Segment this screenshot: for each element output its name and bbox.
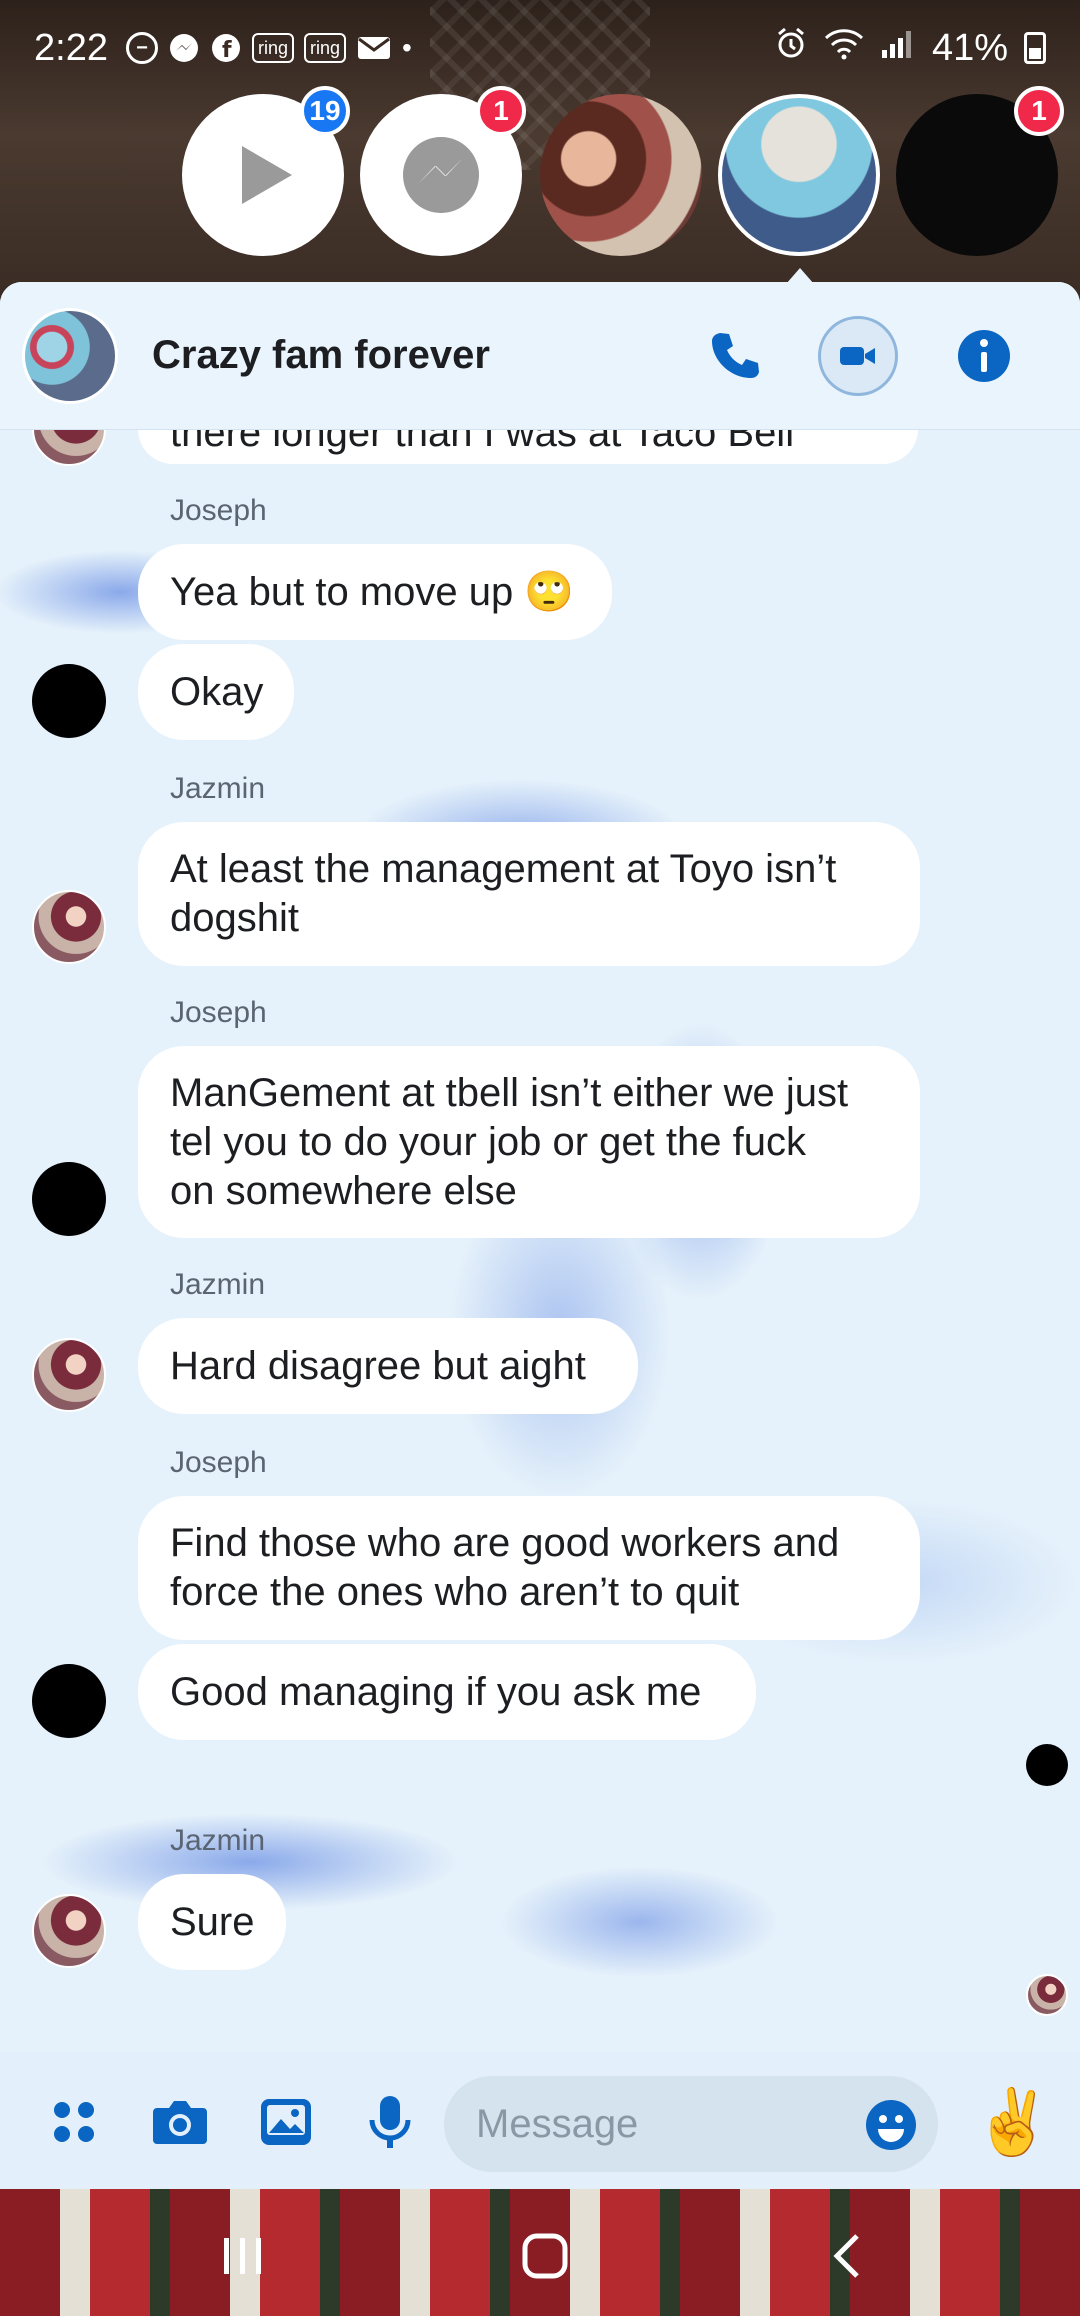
- facebook-icon: f: [210, 32, 242, 64]
- phone-call-icon[interactable]: [694, 316, 774, 396]
- ring-icon-2: ring: [303, 33, 346, 63]
- sender-name: Jazmin: [170, 1268, 266, 1301]
- conversation-header: Crazy fam forever: [0, 282, 1080, 430]
- avatar: [32, 1664, 106, 1738]
- mail-icon: [356, 34, 392, 62]
- wifi-icon: [824, 26, 864, 70]
- back-icon[interactable]: [812, 2221, 882, 2291]
- avatar: [32, 1894, 106, 1968]
- message-bubble[interactable]: ManGement at tbell isn’t either we just …: [138, 1046, 920, 1238]
- battery-icon: [1024, 32, 1046, 64]
- sender-name: Joseph: [170, 494, 267, 527]
- status-time: 2:22: [34, 26, 108, 69]
- avatar: [32, 1162, 106, 1236]
- read-receipt-avatar: [1026, 1974, 1068, 2016]
- sender-name: Jazmin: [170, 772, 266, 805]
- apps-icon[interactable]: [42, 2090, 106, 2154]
- info-icon[interactable]: [944, 316, 1024, 396]
- chat-panel: there longer than I was at Taco Bell Cra…: [0, 282, 1080, 2189]
- message-bubble[interactable]: Okay: [138, 644, 294, 740]
- sender-name: Joseph: [170, 996, 267, 1029]
- avatar: [718, 94, 880, 256]
- microphone-icon[interactable]: [358, 2090, 422, 2154]
- status-bar: 2:22 − f ring ring • 41%: [0, 0, 1080, 96]
- message-input[interactable]: Message: [444, 2076, 938, 2172]
- message-bubble[interactable]: Sure: [138, 1874, 286, 1970]
- quick-reaction-icon[interactable]: ✌️: [973, 2082, 1053, 2162]
- read-receipt-avatar: [1026, 1744, 1068, 1786]
- chat-head-badge: 1: [1014, 86, 1064, 136]
- alarm-icon: [774, 26, 808, 70]
- video-call-icon[interactable]: [818, 316, 898, 396]
- sender-name: Jazmin: [170, 1824, 266, 1857]
- signal-icon: [880, 27, 916, 70]
- camera-icon[interactable]: [148, 2090, 212, 2154]
- message-placeholder: Message: [476, 2101, 639, 2146]
- chat-head-badge: 1: [476, 86, 526, 136]
- message-bubble[interactable]: Yea but to move up 🙄: [138, 544, 612, 640]
- system-nav-bar: [0, 2189, 1080, 2316]
- dnd-icon: −: [125, 32, 158, 64]
- chat-head-video-app[interactable]: 19: [182, 86, 350, 256]
- chat-head-messenger[interactable]: 1: [360, 86, 526, 256]
- avatar: [32, 1338, 106, 1412]
- chat-head-badge: 19: [300, 86, 350, 136]
- emoji-icon[interactable]: [864, 2098, 918, 2162]
- battery-percent: 41%: [931, 26, 1008, 69]
- message-bubble[interactable]: At least the management at Toyo isn’t do…: [138, 822, 920, 966]
- sender-name: Joseph: [170, 1446, 267, 1479]
- message-bubble[interactable]: Find those who are good workers and forc…: [138, 1496, 920, 1640]
- chat-head-person[interactable]: [540, 94, 702, 256]
- avatar: [32, 890, 106, 964]
- chat-head-dark[interactable]: 1: [896, 86, 1064, 256]
- conversation-title[interactable]: Crazy fam forever: [152, 333, 490, 378]
- composer-bar: Message ✌️: [0, 2052, 1080, 2189]
- ring-icon: ring: [251, 33, 294, 63]
- message-bubble[interactable]: Hard disagree but aight: [138, 1318, 638, 1414]
- messenger-icon: [168, 32, 200, 64]
- avatar: [540, 94, 702, 256]
- recent-apps-icon[interactable]: [208, 2221, 278, 2291]
- home-icon[interactable]: [510, 2221, 580, 2291]
- gallery-icon[interactable]: [254, 2090, 318, 2154]
- message-bubble[interactable]: Good managing if you ask me: [138, 1644, 756, 1740]
- dot-icon: •: [402, 32, 412, 63]
- svg-text:f: f: [222, 38, 232, 63]
- avatar: [32, 664, 106, 738]
- group-avatar[interactable]: [22, 307, 118, 404]
- chat-head-group[interactable]: [718, 94, 880, 256]
